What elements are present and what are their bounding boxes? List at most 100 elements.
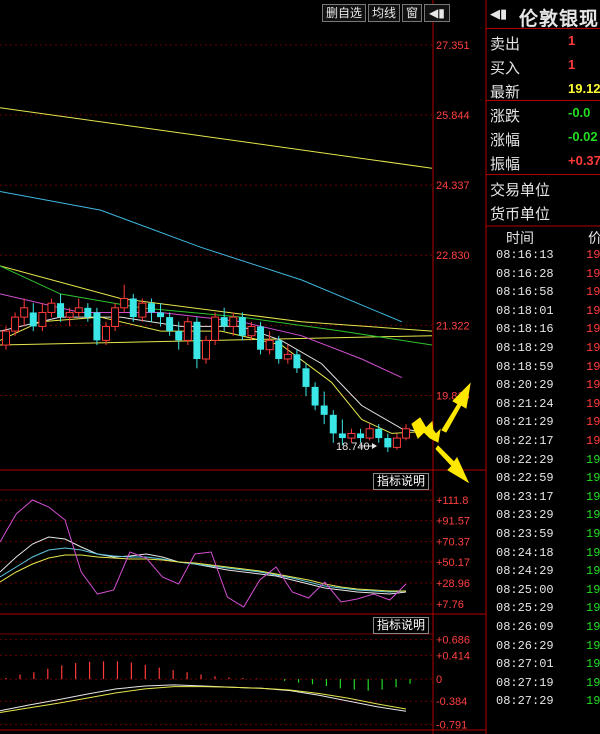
trade-price: 19 bbox=[586, 471, 600, 486]
trade-time: 08:16:28 bbox=[496, 266, 554, 281]
y-tick-label: +91.57 bbox=[436, 515, 470, 527]
trade-row[interactable]: 08:27:19 19 bbox=[488, 676, 600, 694]
y-tick-label: -0.384 bbox=[436, 696, 467, 708]
trade-price: 19 bbox=[586, 341, 600, 355]
trade-row[interactable]: 08:24:29 19 bbox=[488, 564, 600, 582]
trade-price: 19 bbox=[586, 322, 600, 337]
trade-time: 08:25:00 bbox=[496, 582, 554, 597]
trade-time: 08:16:13 bbox=[496, 248, 554, 262]
indicator1-help-button[interactable]: 指标说明 bbox=[373, 473, 430, 490]
trade-row[interactable]: 08:20:29 19 bbox=[488, 378, 600, 396]
indicator-line bbox=[0, 547, 407, 593]
trade-row[interactable]: 08:26:29 19 bbox=[488, 639, 600, 657]
candle bbox=[320, 391, 328, 425]
trade-row[interactable]: 08:16:13 19 bbox=[488, 248, 600, 266]
trade-price: 19 bbox=[586, 303, 600, 318]
trade-row[interactable]: 08:26:09 19 bbox=[488, 620, 600, 638]
main-y-axis: 27.35125.84424.33722.83021.32219.815 bbox=[436, 40, 470, 403]
trade-row[interactable]: 08:25:29 19 bbox=[488, 601, 600, 619]
low-price-marker: 18.740 bbox=[336, 441, 377, 453]
y-tick-label: +111.8 bbox=[436, 495, 468, 507]
trade-price: 19 bbox=[586, 582, 600, 597]
trade-price: 19 bbox=[586, 620, 600, 634]
candle bbox=[311, 382, 319, 411]
trade-row[interactable]: 08:21:29 19 bbox=[488, 415, 600, 433]
trade-price: 19 bbox=[586, 452, 600, 467]
trade-row[interactable]: 08:18:16 19 bbox=[488, 322, 600, 340]
trade-row[interactable]: 08:16:28 19 bbox=[488, 267, 600, 285]
trade-row[interactable]: 08:22:29 19 bbox=[488, 453, 600, 471]
y-tick-label: 21.322 bbox=[436, 320, 470, 332]
remove-favorite-button[interactable]: 删自选 bbox=[322, 4, 367, 22]
trade-price: 19 bbox=[586, 527, 600, 541]
candle bbox=[211, 312, 220, 346]
trade-row[interactable]: 08:18:29 19 bbox=[488, 341, 600, 359]
candle bbox=[38, 303, 47, 332]
trade-price: 19 bbox=[586, 675, 600, 690]
trade-row[interactable]: 08:24:18 19 bbox=[488, 546, 600, 564]
play-icon[interactable]: ◀▮ bbox=[424, 4, 450, 22]
trade-row[interactable]: 08:25:00 19 bbox=[488, 583, 600, 601]
trade-row[interactable]: 08:27:01 19 bbox=[488, 657, 600, 675]
y-tick-label: -0.791 bbox=[436, 720, 467, 732]
divider bbox=[486, 100, 600, 101]
indicator2-help-button[interactable]: 指标说明 bbox=[373, 617, 430, 634]
trade-time: 08:27:29 bbox=[496, 694, 554, 709]
divider bbox=[486, 174, 600, 175]
trade-price: 19 bbox=[586, 285, 600, 300]
candle bbox=[183, 317, 192, 346]
ma-line bbox=[0, 107, 433, 169]
indicator1-lines bbox=[0, 499, 407, 608]
trade-price: 19 bbox=[586, 545, 600, 560]
trade-price: 19 bbox=[586, 638, 600, 653]
trade-row[interactable]: 08:21:24 19 bbox=[488, 397, 600, 415]
trade-row[interactable]: 08:16:58 19 bbox=[488, 285, 600, 303]
chart-toolbar: 删自选 均线 窗 ◀▮ bbox=[322, 4, 452, 22]
trade-time: 08:18:59 bbox=[496, 359, 554, 374]
trade-price: 19 bbox=[586, 359, 600, 374]
trade-price: 19 bbox=[586, 415, 600, 430]
candle bbox=[329, 410, 337, 443]
indicator2-y-axis: +0.686 +0.414 0 -0.384 -0.791 bbox=[436, 635, 470, 732]
trade-time: 08:21:24 bbox=[496, 396, 554, 411]
trade-price: 19 bbox=[586, 489, 600, 504]
trade-time: 08:16:58 bbox=[496, 285, 554, 300]
y-tick-label: 24.337 bbox=[436, 180, 470, 192]
candle bbox=[365, 424, 374, 441]
candle bbox=[402, 424, 410, 441]
trade-price: 19 bbox=[586, 508, 600, 523]
indicator2-lines bbox=[0, 684, 407, 713]
trade-row[interactable]: 08:27:29 19 bbox=[488, 694, 600, 712]
trade-price: 19 bbox=[586, 694, 600, 709]
candle bbox=[120, 284, 129, 313]
window-button[interactable]: 窗 bbox=[402, 4, 423, 22]
trade-price: 19 bbox=[586, 378, 600, 393]
candle bbox=[102, 321, 110, 346]
candle bbox=[111, 303, 120, 332]
candle bbox=[84, 303, 92, 322]
trade-row[interactable]: 08:23:17 19 bbox=[488, 490, 600, 508]
trade-time: 08:20:29 bbox=[496, 378, 554, 393]
trade-row[interactable]: 08:18:59 19 bbox=[488, 360, 600, 378]
trade-time: 08:26:09 bbox=[496, 620, 554, 634]
indicator1-grid bbox=[0, 499, 433, 605]
trade-row[interactable]: 08:22:59 19 bbox=[488, 471, 600, 489]
candle bbox=[375, 424, 383, 443]
trade-price: 19 bbox=[586, 564, 600, 579]
trade-row[interactable]: 08:23:29 19 bbox=[488, 508, 600, 526]
candle bbox=[257, 321, 265, 355]
moving-average-button[interactable]: 均线 bbox=[368, 4, 401, 22]
y-tick-label: 22.830 bbox=[436, 250, 470, 262]
trade-time: 08:21:29 bbox=[496, 415, 554, 430]
trade-time: 08:24:18 bbox=[496, 545, 554, 560]
y-tick-label: +50.17 bbox=[436, 557, 470, 569]
trade-row[interactable]: 08:18:01 19 bbox=[488, 304, 600, 322]
trade-time: 08:18:29 bbox=[496, 341, 554, 355]
trade-row[interactable]: 08:23:59 19 bbox=[488, 527, 600, 545]
y-tick-label: 25.844 bbox=[436, 110, 470, 122]
main-grid bbox=[0, 44, 433, 397]
trades-list[interactable]: 08:16:13 19 08:16:28 19 08:16:58 19 08:18:01 19… bbox=[488, 0, 600, 734]
arrow-down-icon bbox=[435, 445, 470, 484]
trade-row[interactable]: 08:22:17 19 bbox=[488, 434, 600, 452]
candle bbox=[20, 298, 29, 327]
